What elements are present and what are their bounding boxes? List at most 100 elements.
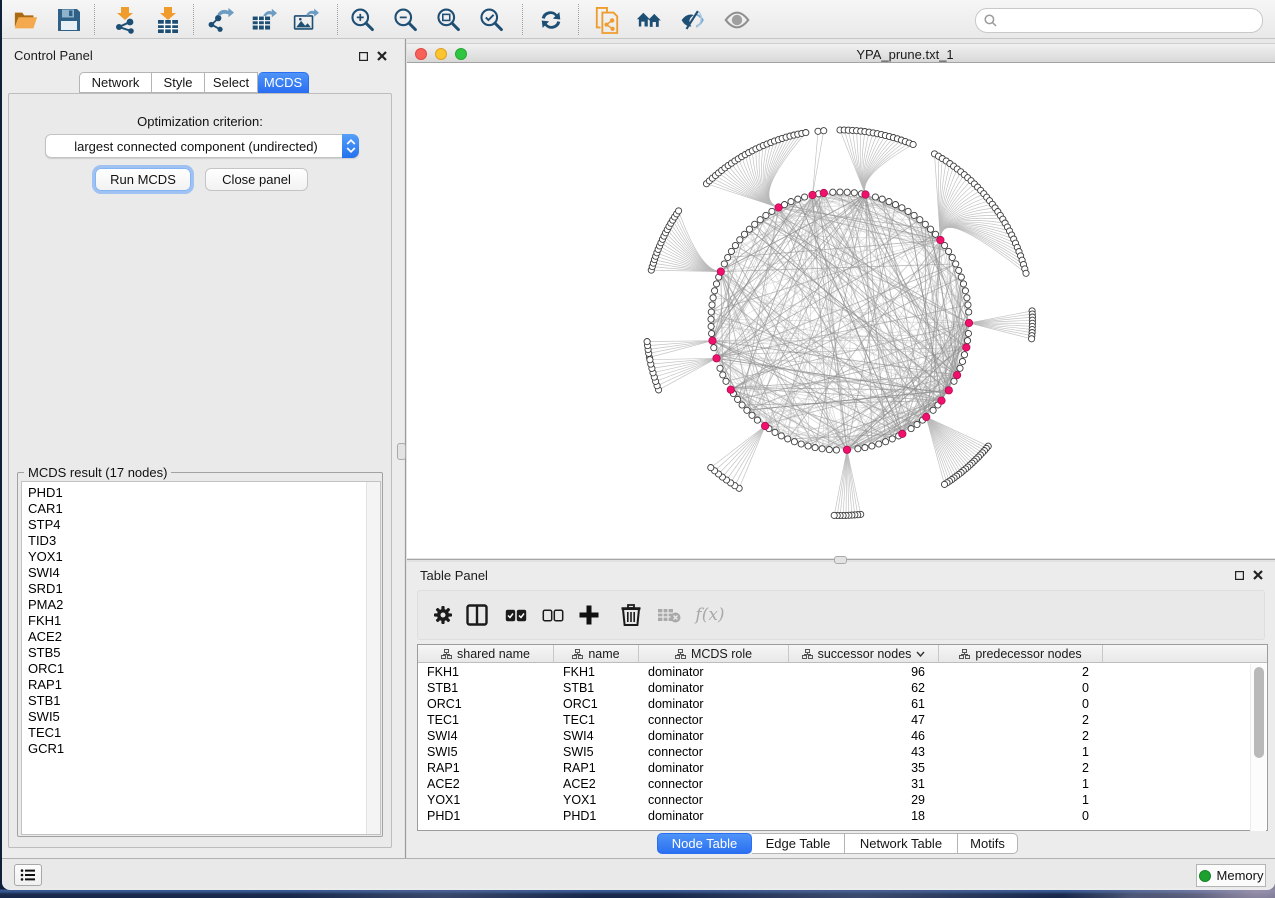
sort-icon (916, 651, 925, 657)
result-node[interactable]: STB5 (22, 645, 380, 661)
table-scrollbar-thumb[interactable] (1254, 667, 1264, 758)
table-row[interactable]: SWI4SWI4dominator462 (418, 728, 1267, 744)
delete-table-icon[interactable] (656, 601, 682, 629)
tab-style[interactable]: Style (152, 72, 205, 93)
cell-MCDS-role: dominator (639, 680, 789, 696)
table-row[interactable]: PHD1PHD1dominator180 (418, 808, 1267, 824)
result-node[interactable]: STB1 (22, 693, 380, 709)
zoom-fit-icon[interactable] (435, 7, 461, 33)
table-row[interactable]: RAP1RAP1dominator352 (418, 760, 1267, 776)
float-panel-icon[interactable] (359, 52, 368, 61)
result-node[interactable]: SWI4 (22, 565, 380, 581)
float-table-panel-icon[interactable] (1235, 571, 1244, 580)
result-node[interactable]: TID3 (22, 533, 380, 549)
cell-successor-nodes: 46 (789, 728, 939, 744)
first-neighbors-icon[interactable] (636, 7, 662, 33)
select-all-icon[interactable] (503, 601, 529, 629)
result-node[interactable]: CAR1 (22, 501, 380, 517)
function-builder-icon[interactable]: f(x) (692, 601, 728, 629)
column-header-shared-name[interactable]: shared name (418, 645, 554, 663)
result-node[interactable]: RAP1 (22, 677, 380, 693)
import-network-icon[interactable] (112, 7, 138, 33)
zoom-out-icon[interactable] (392, 7, 418, 33)
table-settings-icon[interactable] (430, 601, 456, 629)
import-table-icon[interactable] (155, 7, 181, 33)
cell-name: YOX1 (554, 792, 639, 808)
result-node[interactable]: FKH1 (22, 613, 380, 629)
clone-network-icon[interactable] (594, 7, 620, 33)
table-scrollbar[interactable] (1250, 664, 1266, 831)
column-header-MCDS-role[interactable]: MCDS role (639, 645, 789, 663)
search-field[interactable] (975, 8, 1263, 33)
horizontal-splitter-handle[interactable] (834, 556, 847, 564)
table-row[interactable]: ORC1ORC1dominator610 (418, 696, 1267, 712)
result-node[interactable]: TEC1 (22, 725, 380, 741)
tab-network-table[interactable]: Network Table (845, 833, 958, 854)
result-node[interactable]: ORC1 (22, 661, 380, 677)
close-panel-icon[interactable] (377, 51, 387, 61)
table-row[interactable]: TEC1TEC1connector472 (418, 712, 1267, 728)
delete-icon[interactable] (618, 601, 644, 629)
cell-predecessor-nodes: 0 (939, 808, 1103, 824)
network-canvas[interactable] (407, 63, 1275, 558)
tab-edge-table[interactable]: Edge Table (752, 833, 845, 854)
zoom-selected-icon[interactable] (478, 7, 504, 33)
search-input[interactable] (1002, 11, 1262, 31)
tab-mcds[interactable]: MCDS (258, 72, 309, 93)
result-node[interactable]: STP4 (22, 517, 380, 533)
open-file-icon[interactable] (13, 7, 39, 33)
tab-motifs[interactable]: Motifs (958, 833, 1018, 854)
result-node[interactable]: SRD1 (22, 581, 380, 597)
tab-node-table[interactable]: Node Table (657, 833, 752, 854)
show-all-icon[interactable] (724, 7, 750, 33)
memory-label: Memory (1217, 868, 1264, 883)
result-node[interactable]: PMA2 (22, 597, 380, 613)
hide-selected-icon[interactable] (680, 7, 706, 33)
export-image-icon[interactable] (293, 7, 319, 33)
result-list-scrollbar[interactable] (366, 482, 380, 834)
cell-predecessor-nodes: 2 (939, 712, 1103, 728)
criterion-dropdown[interactable]: largest connected component (undirected) (45, 134, 359, 158)
tab-select[interactable]: Select (205, 72, 258, 93)
table-row[interactable]: SWI5SWI5connector431 (418, 744, 1267, 760)
vertical-splitter-handle[interactable] (397, 443, 406, 460)
task-history-button[interactable] (14, 864, 42, 886)
column-header-predecessor-nodes[interactable]: predecessor nodes (939, 645, 1103, 663)
column-header-successor-nodes[interactable]: successor nodes (789, 645, 939, 663)
show-column-panel-icon[interactable] (464, 601, 490, 629)
result-node[interactable]: GCR1 (22, 741, 380, 757)
run-mcds-button[interactable]: Run MCDS (95, 168, 191, 191)
close-panel-button[interactable]: Close panel (205, 168, 308, 191)
cell-predecessor-nodes: 1 (939, 744, 1103, 760)
tab-network[interactable]: Network (79, 72, 152, 93)
window-close-icon[interactable] (415, 48, 427, 60)
mcds-result-list[interactable]: PHD1CAR1STP4TID3YOX1SWI4SRD1PMA2FKH1ACE2… (21, 481, 381, 835)
window-minimize-icon[interactable] (435, 48, 447, 60)
add-column-icon[interactable] (576, 601, 602, 629)
mcds-tab-panel: Optimization criterion: largest connecte… (8, 93, 392, 848)
cell-shared-name: FKH1 (418, 664, 554, 680)
result-node[interactable]: YOX1 (22, 549, 380, 565)
export-network-icon[interactable] (208, 7, 234, 33)
export-table-icon[interactable] (251, 7, 277, 33)
result-node[interactable]: ACE2 (22, 629, 380, 645)
cell-successor-nodes: 43 (789, 744, 939, 760)
table-row[interactable]: FKH1FKH1dominator962 (418, 664, 1267, 680)
save-session-icon[interactable] (56, 7, 82, 33)
close-table-panel-icon[interactable] (1253, 570, 1263, 580)
cell-successor-nodes: 96 (789, 664, 939, 680)
table-row[interactable]: STB1STB1dominator620 (418, 680, 1267, 696)
cell-MCDS-role: dominator (639, 696, 789, 712)
refresh-icon[interactable] (538, 7, 564, 33)
column-header-name[interactable]: name (554, 645, 639, 663)
deselect-all-icon[interactable] (540, 601, 566, 629)
cell-successor-nodes: 35 (789, 760, 939, 776)
network-window-titlebar[interactable]: YPA_prune.txt_1 (407, 43, 1275, 63)
table-row[interactable]: ACE2ACE2connector311 (418, 776, 1267, 792)
zoom-in-icon[interactable] (349, 7, 375, 33)
window-maximize-icon[interactable] (455, 48, 467, 60)
result-node[interactable]: PHD1 (22, 485, 380, 501)
result-node[interactable]: SWI5 (22, 709, 380, 725)
table-row[interactable]: YOX1YOX1connector291 (418, 792, 1267, 808)
memory-button[interactable]: Memory (1196, 864, 1266, 887)
